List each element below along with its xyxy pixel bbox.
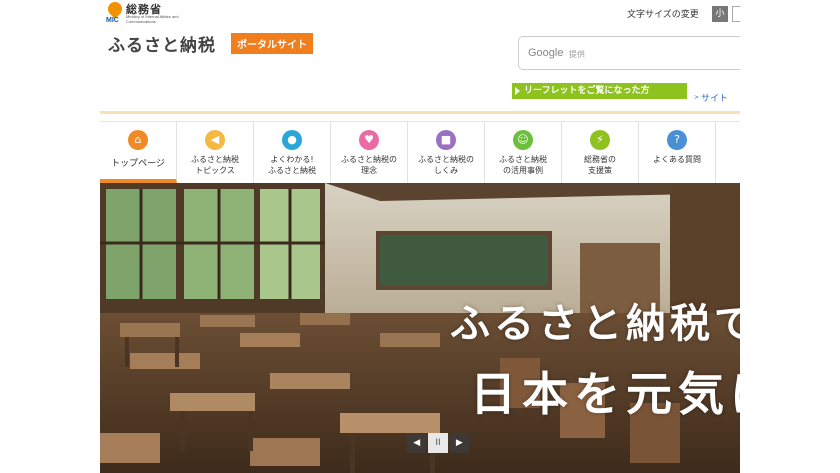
lightning-icon: ⚡ xyxy=(590,130,610,150)
hero-headline-line2: 日本を元気に xyxy=(470,367,740,421)
leaflet-link[interactable]: リーフレットをご覧になった方 xyxy=(512,83,687,99)
google-logo: Google xyxy=(528,47,564,59)
text-size-label: 文字サイズの変更 xyxy=(627,10,699,20)
nav-label: よくある質問 xyxy=(653,155,701,164)
mic-logo-icon: MIC xyxy=(105,0,125,24)
nav-item-philosophy[interactable]: ♥ ふるさと納税の 理念 xyxy=(331,122,408,183)
global-nav: ⌂ トップページ ◀ ふるさと納税 トピックス ● よくわかる! ふるさと納税 ♥ … xyxy=(100,121,740,183)
nav-label: よくわかる! ふるさと納税 xyxy=(268,155,316,175)
slider-controls: ◀ II ▶ xyxy=(407,433,471,453)
chevron-right-icon: > xyxy=(694,94,700,101)
smile-icon: ☺ xyxy=(513,130,533,150)
hero-headline-line1: ふるさと納税で xyxy=(450,301,740,347)
text-size-medium-button[interactable] xyxy=(732,6,740,22)
slider-next-button[interactable]: ▶ xyxy=(449,433,469,453)
nav-item-faq[interactable]: ? よくある質問 xyxy=(639,122,716,183)
nav-label: ふるさと納税の しくみ xyxy=(418,155,474,175)
nav-item-top[interactable]: ⌂ トップページ xyxy=(100,122,177,183)
nav-item-related[interactable]: ∞ 関連 xyxy=(716,122,740,183)
portal-badge: ポータルサイト xyxy=(231,33,313,54)
puzzle-icon: ■ xyxy=(436,130,456,150)
search-input[interactable]: Google 提供 xyxy=(518,36,740,70)
megaphone-icon: ◀ xyxy=(205,130,225,150)
leaflet-link-label: リーフレットをご覧になった方 xyxy=(524,86,650,96)
nav-label: ふるさと納税の 理念 xyxy=(341,155,397,175)
nav-label: ふるさと納税 トピックス xyxy=(191,155,239,175)
slider-pause-button[interactable]: II xyxy=(428,433,448,453)
site-logo[interactable]: MIC 総務省 Ministry of Internal Affairs and… xyxy=(105,0,356,60)
nav-item-guide[interactable]: ● よくわかる! ふるさと納税 xyxy=(254,122,331,183)
nav-label: 総務省の 支援策 xyxy=(584,155,616,175)
page: MIC 総務省 Ministry of Internal Affairs and… xyxy=(100,0,740,473)
nav-item-cases[interactable]: ☺ ふるさと納税 の活用事例 xyxy=(485,122,562,183)
text-size-small-button[interactable]: 小 xyxy=(712,6,728,22)
nav-label: ふるさと納税 の活用事例 xyxy=(499,155,547,175)
nav-item-topics[interactable]: ◀ ふるさと納税 トピックス xyxy=(177,122,254,183)
site-title: ふるさと納税 xyxy=(108,36,216,56)
search-provider-label: 提供 xyxy=(569,50,585,59)
nav-label: トップページ xyxy=(111,159,165,169)
nav-item-mechanism[interactable]: ■ ふるさと納税の しくみ xyxy=(408,122,485,183)
sitemap-link[interactable]: サイト xyxy=(701,91,728,104)
heart-icon: ♥ xyxy=(359,130,379,150)
hero-slider: ふるさと納税で 日本を元気に ◀ II ▶ xyxy=(100,183,740,473)
header-divider xyxy=(100,111,740,114)
nav-item-support[interactable]: ⚡ 総務省の 支援策 xyxy=(562,122,639,183)
nav-label: 関連 xyxy=(716,154,740,165)
home-icon: ⌂ xyxy=(128,130,148,150)
lightbulb-icon: ● xyxy=(282,130,302,150)
slider-prev-button[interactable]: ◀ xyxy=(407,433,427,453)
ministry-english-name: Ministry of Internal Affairs and Communi… xyxy=(126,14,179,24)
question-icon: ? xyxy=(667,130,687,150)
arrow-right-icon xyxy=(515,87,520,95)
